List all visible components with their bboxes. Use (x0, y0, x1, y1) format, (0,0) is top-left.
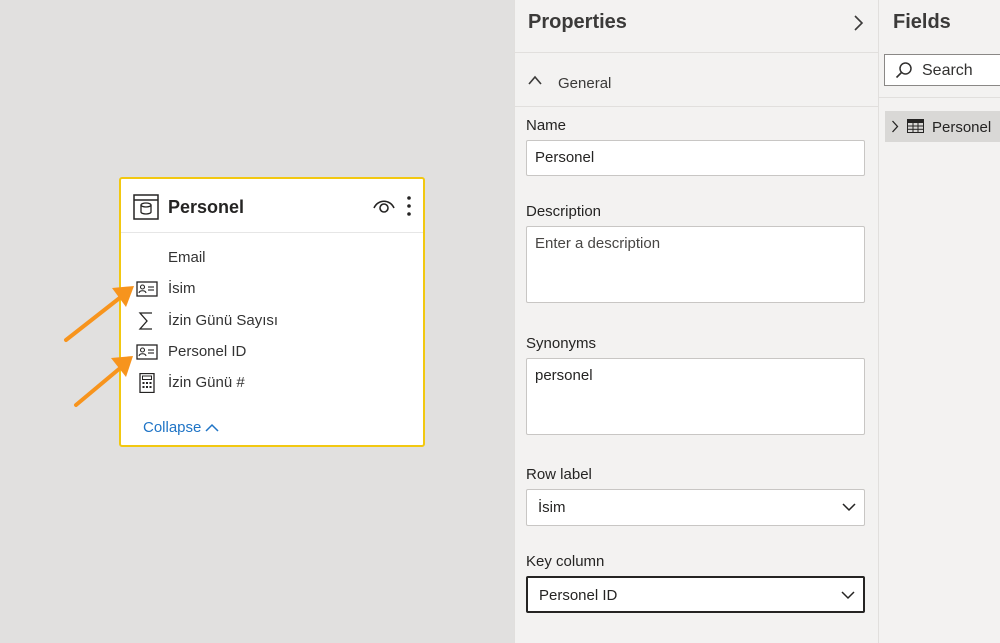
field-row-personel-id[interactable]: Personel ID (121, 340, 423, 364)
key-column-label: Key column (526, 553, 605, 570)
synonyms-value: personel (535, 367, 593, 384)
table-grid-icon (907, 119, 924, 133)
properties-header: Properties (515, 0, 878, 53)
search-input[interactable]: Search (884, 54, 1000, 86)
eye-icon[interactable] (373, 197, 395, 215)
field-label: İzin Günü # (168, 374, 245, 391)
name-field[interactable]: Personel (526, 140, 865, 176)
fields-table-personel[interactable]: Personel (885, 111, 1000, 142)
properties-title: Properties (528, 11, 627, 33)
chevron-right-icon[interactable] (891, 120, 899, 133)
field-label: Email (168, 249, 206, 266)
field-row-izin-gunu-sayisi[interactable]: İzin Günü Sayısı (121, 309, 423, 333)
annotation-arrow-icon (64, 286, 134, 342)
section-general[interactable]: General (515, 53, 878, 107)
field-row-izin-gunu-measure[interactable]: İzin Günü # (121, 371, 423, 395)
fields-title: Fields (893, 11, 951, 33)
name-label: Name (526, 117, 567, 134)
description-label: Description (526, 203, 602, 220)
chevron-right-icon[interactable] (851, 14, 865, 32)
field-label: İzin Günü Sayısı (168, 312, 279, 329)
row-label-label: Row label (526, 466, 592, 483)
fields-header: Fields (879, 0, 1000, 48)
field-row-email[interactable]: Email (121, 246, 423, 270)
synonyms-field[interactable]: personel (526, 358, 865, 435)
section-general-label: General (558, 75, 612, 92)
fields-table-label: Personel (932, 119, 992, 136)
description-placeholder: Enter a description (535, 235, 661, 252)
row-label-value: İsim (538, 499, 566, 516)
collapse-button[interactable]: Collapse (143, 419, 220, 436)
fields-pane: Fields Search Personel (878, 0, 1000, 643)
properties-pane: Properties General Name Personel Descrip… (514, 0, 878, 643)
synonyms-label: Synonyms (526, 335, 597, 352)
key-column-value: Personel ID (539, 587, 618, 604)
chevron-up-icon (528, 75, 542, 85)
table-icon (133, 194, 159, 220)
field-label: İsim (168, 280, 196, 297)
field-label: Personel ID (168, 343, 247, 360)
search-icon (895, 62, 912, 79)
description-field[interactable]: Enter a description (526, 226, 865, 303)
row-label-dropdown[interactable]: İsim (526, 489, 865, 526)
search-placeholder: Search (922, 62, 973, 79)
collapse-label: Collapse (143, 419, 202, 436)
name-value: Personel (535, 149, 595, 166)
table-card-title: Personel (168, 197, 245, 217)
model-canvas[interactable]: Personel Email İsim İzin Günü Sayısı Per… (0, 0, 514, 643)
chevron-up-icon (205, 423, 219, 432)
table-card-header: Personel (121, 179, 423, 233)
table-card-personel[interactable]: Personel Email İsim İzin Günü Sayısı Per… (119, 177, 425, 447)
key-column-dropdown[interactable]: Personel ID (526, 576, 865, 613)
annotation-arrow-icon (74, 356, 133, 407)
more-options-icon[interactable] (404, 193, 414, 219)
chevron-down-icon (842, 503, 856, 512)
field-row-isim[interactable]: İsim (121, 277, 423, 301)
divider (879, 97, 1000, 98)
chevron-down-icon (841, 591, 855, 600)
